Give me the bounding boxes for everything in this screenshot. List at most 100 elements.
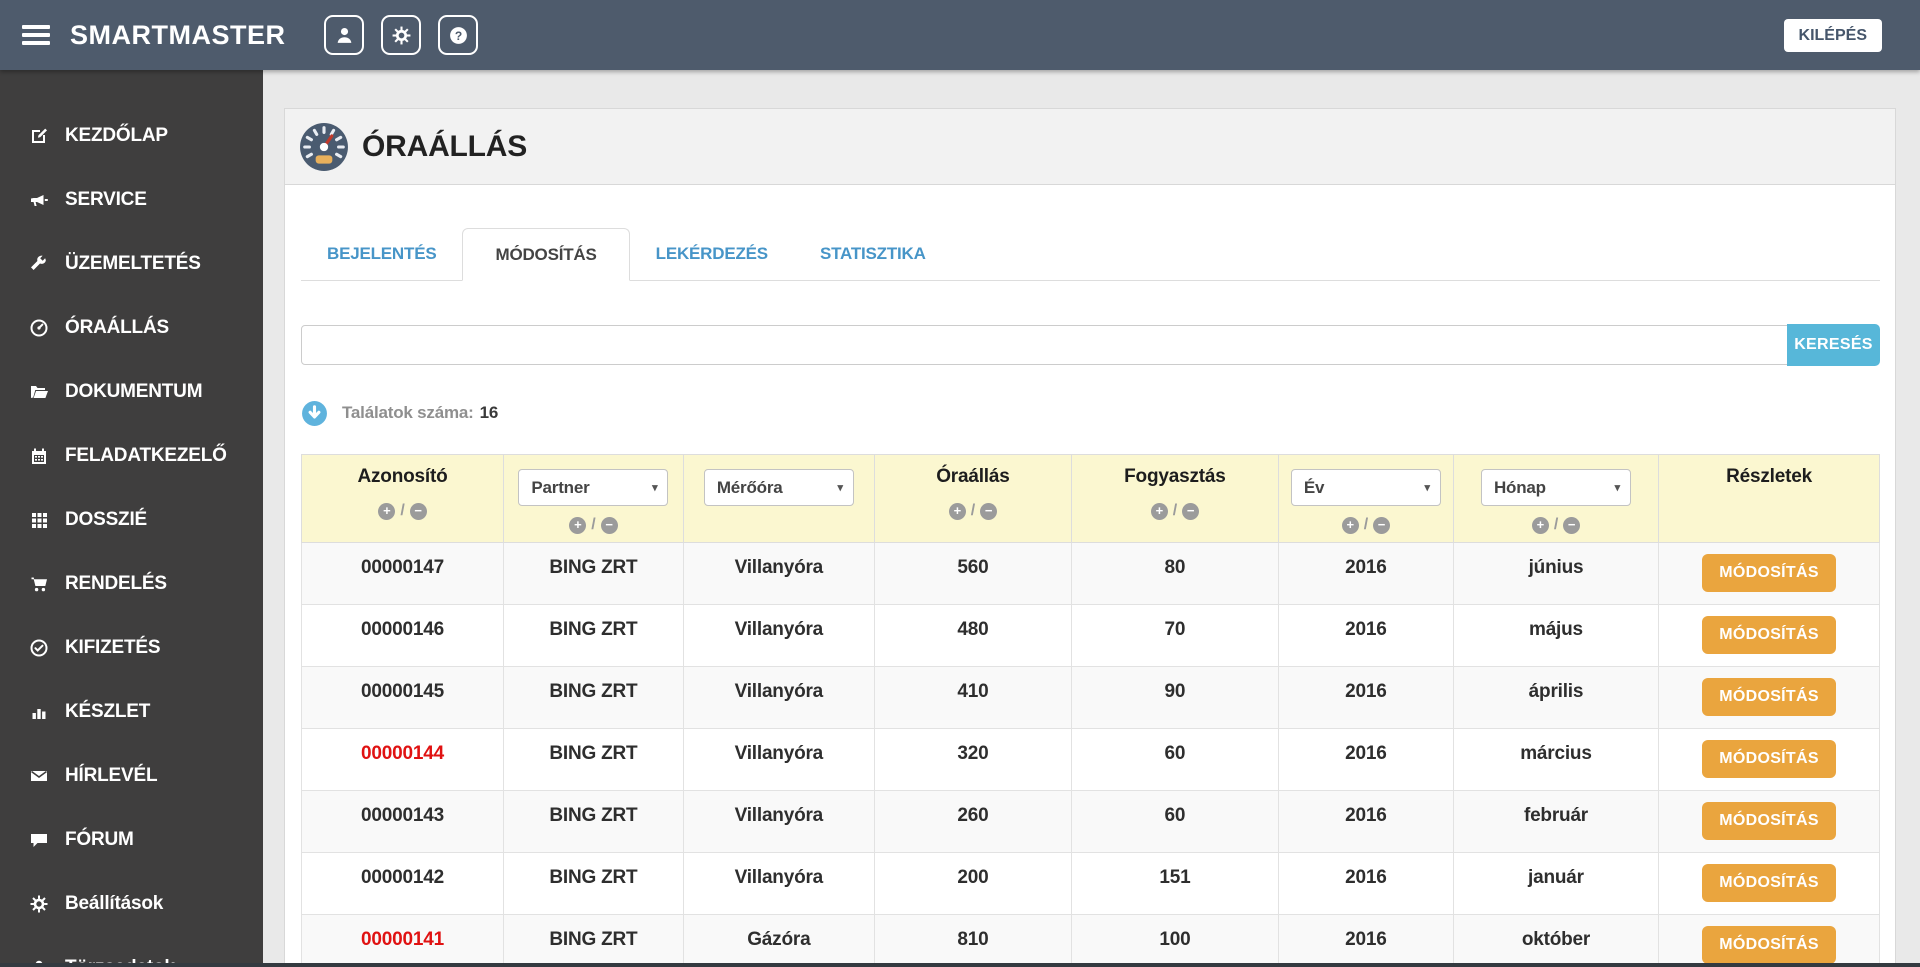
- tab-lekerdezes[interactable]: LEKÉRDEZÉS: [630, 228, 794, 280]
- chevron-down-icon: ▾: [652, 482, 658, 494]
- modify-button[interactable]: MÓDOSÍTÁS: [1702, 802, 1836, 840]
- gauge-icon: [300, 122, 348, 171]
- column-header-oraallas: Óraállás + / −: [873, 454, 1073, 543]
- column-label: Óraállás: [936, 466, 1010, 487]
- sort-asc-icon[interactable]: +: [1531, 516, 1549, 534]
- main-content: ÓRAÁLLÁS BEJELENTÉS MÓDOSÍTÁS LEKÉRDEZÉS ST…: [263, 70, 1920, 967]
- sidebar-item-label: DOSSZIÉ: [65, 509, 148, 530]
- partner-filter-select[interactable]: Partner ▾: [518, 469, 669, 506]
- cell-id: 00000143: [301, 790, 504, 853]
- table-row: 00000144 BING ZRT Villanyóra 320 60 2016 márci…: [301, 728, 1880, 791]
- tab-statisztika[interactable]: STATISZTIKA: [794, 228, 952, 280]
- cell-partner: BING ZRT: [502, 604, 684, 667]
- sidebar-item-forum[interactable]: FÓRUM: [0, 808, 263, 872]
- brand-title: SMARTMASTER: [70, 19, 286, 50]
- sort-desc-icon[interactable]: −: [409, 502, 427, 520]
- search-input[interactable]: [301, 325, 1788, 365]
- sort-controls: + / −: [1072, 502, 1278, 520]
- cell-consumption: 80: [1071, 542, 1279, 605]
- cell-consumption: 60: [1071, 790, 1279, 853]
- modify-button[interactable]: MÓDOSÍTÁS: [1702, 616, 1836, 654]
- user-button[interactable]: [324, 15, 364, 55]
- column-label: Részletek: [1726, 466, 1812, 487]
- cell-reading: 810: [873, 914, 1073, 967]
- modify-button[interactable]: MÓDOSÍTÁS: [1702, 678, 1836, 716]
- arrow-down-circle-icon: [302, 400, 327, 426]
- sidebar-item-oraallas[interactable]: ÓRAÁLLÁS: [0, 296, 263, 360]
- comment-icon: [26, 830, 52, 850]
- table-row: 00000143 BING ZRT Villanyóra 260 60 2016 febru…: [301, 790, 1880, 853]
- topbar: SMARTMASTER ? KILÉPÉS: [0, 0, 1920, 70]
- sort-desc-icon[interactable]: −: [980, 502, 998, 520]
- cell-meter: Villanyóra: [682, 604, 875, 667]
- help-button[interactable]: ?: [438, 15, 478, 55]
- sidebar-item-kezdolap[interactable]: KEZDŐLAP: [0, 104, 263, 168]
- sidebar-item-hirlevel[interactable]: HÍRLEVÉL: [0, 744, 263, 808]
- cell-meter: Villanyóra: [682, 728, 875, 791]
- cell-consumption: 90: [1071, 666, 1279, 729]
- sort-desc-icon[interactable]: −: [1563, 516, 1581, 534]
- sort-desc-icon[interactable]: −: [1372, 516, 1390, 534]
- modify-button[interactable]: MÓDOSÍTÁS: [1702, 554, 1836, 592]
- modify-button[interactable]: MÓDOSÍTÁS: [1702, 926, 1836, 964]
- sidebar-item-uzemeltetes[interactable]: ÜZEMELTETÉS: [0, 232, 263, 296]
- sidebar-item-rendeles[interactable]: RENDELÉS: [0, 552, 263, 616]
- sort-asc-icon[interactable]: +: [1150, 502, 1168, 520]
- sort-asc-icon[interactable]: +: [948, 502, 966, 520]
- sidebar-item-dokumentum[interactable]: DOKUMENTUM: [0, 360, 263, 424]
- cell-month: október: [1452, 914, 1660, 967]
- ev-filter-select[interactable]: Év ▾: [1290, 469, 1441, 506]
- check-circle-icon: [26, 638, 52, 658]
- cell-meter: Villanyóra: [682, 852, 875, 915]
- meroora-filter-select[interactable]: Mérőóra ▾: [703, 469, 854, 506]
- sort-asc-icon[interactable]: +: [1341, 516, 1359, 534]
- settings-button[interactable]: [381, 15, 421, 55]
- modify-button[interactable]: MÓDOSÍTÁS: [1702, 864, 1836, 902]
- sidebar-item-kifizetes[interactable]: KIFIZETÉS: [0, 616, 263, 680]
- table-row: 00000146 BING ZRT Villanyóra 480 70 2016 május…: [301, 604, 1880, 667]
- sort-desc-icon[interactable]: −: [1182, 502, 1200, 520]
- cell-consumption: 60: [1071, 728, 1279, 791]
- results-count: 16: [479, 403, 499, 422]
- cell-meter: Villanyóra: [682, 542, 875, 605]
- cell-partner: BING ZRT: [502, 666, 684, 729]
- cell-reading: 260: [873, 790, 1073, 853]
- sidebar-item-dosszie[interactable]: DOSSZIÉ: [0, 488, 263, 552]
- cell-year: 2016: [1277, 852, 1454, 915]
- honap-filter-select[interactable]: Hónap ▾: [1480, 469, 1631, 506]
- sort-controls: + / −: [1279, 516, 1453, 534]
- card-body: BEJELENTÉS MÓDOSÍTÁS LEKÉRDEZÉS STATISZTIKA…: [285, 228, 1895, 967]
- sidebar-item-service[interactable]: SERVICE: [0, 168, 263, 232]
- bottom-edge: [0, 963, 1920, 967]
- gear-icon: [392, 26, 410, 44]
- column-header-honap: Hónap ▾ + / −: [1452, 454, 1660, 543]
- cell-meter: Villanyóra: [682, 666, 875, 729]
- sidebar-item-label: DOKUMENTUM: [65, 381, 203, 402]
- sidebar-item-feladatkezelo[interactable]: FELADATKEZELŐ: [0, 424, 263, 488]
- sidebar-item-label: HÍRLEVÉL: [65, 765, 158, 786]
- cell-id: 00000144: [301, 728, 504, 791]
- search-button[interactable]: KERESÉS: [1787, 324, 1880, 366]
- sidebar-item-keszlet[interactable]: KÉSZLET: [0, 680, 263, 744]
- help-icon: ?: [449, 26, 467, 44]
- cell-id: 00000145: [301, 666, 504, 729]
- cell-consumption: 70: [1071, 604, 1279, 667]
- cell-reading: 480: [873, 604, 1073, 667]
- menu-toggle-icon[interactable]: [22, 21, 50, 49]
- gear-icon: [26, 894, 52, 914]
- logout-button[interactable]: KILÉPÉS: [1783, 19, 1882, 52]
- tab-modositas[interactable]: MÓDOSÍTÁS: [462, 228, 630, 281]
- sort-asc-icon[interactable]: +: [569, 516, 587, 534]
- envelope-icon: [26, 766, 52, 786]
- cell-year: 2016: [1277, 604, 1454, 667]
- cell-actions: MÓDOSÍTÁS: [1658, 852, 1880, 915]
- sidebar-item-beallitasok[interactable]: Beállítások: [0, 872, 263, 936]
- modify-button[interactable]: MÓDOSÍTÁS: [1702, 740, 1836, 778]
- sort-asc-icon[interactable]: +: [378, 502, 396, 520]
- sort-desc-icon[interactable]: −: [600, 516, 618, 534]
- sidebar-item-label: ÜZEMELTETÉS: [65, 253, 201, 274]
- edit-icon: [26, 126, 52, 146]
- app-root: SMARTMASTER ? KILÉPÉS KEZDŐLAP SERVICE ÜZE…: [0, 0, 1920, 967]
- sort-controls: + / −: [504, 516, 683, 534]
- tab-bejelentes[interactable]: BEJELENTÉS: [301, 228, 462, 280]
